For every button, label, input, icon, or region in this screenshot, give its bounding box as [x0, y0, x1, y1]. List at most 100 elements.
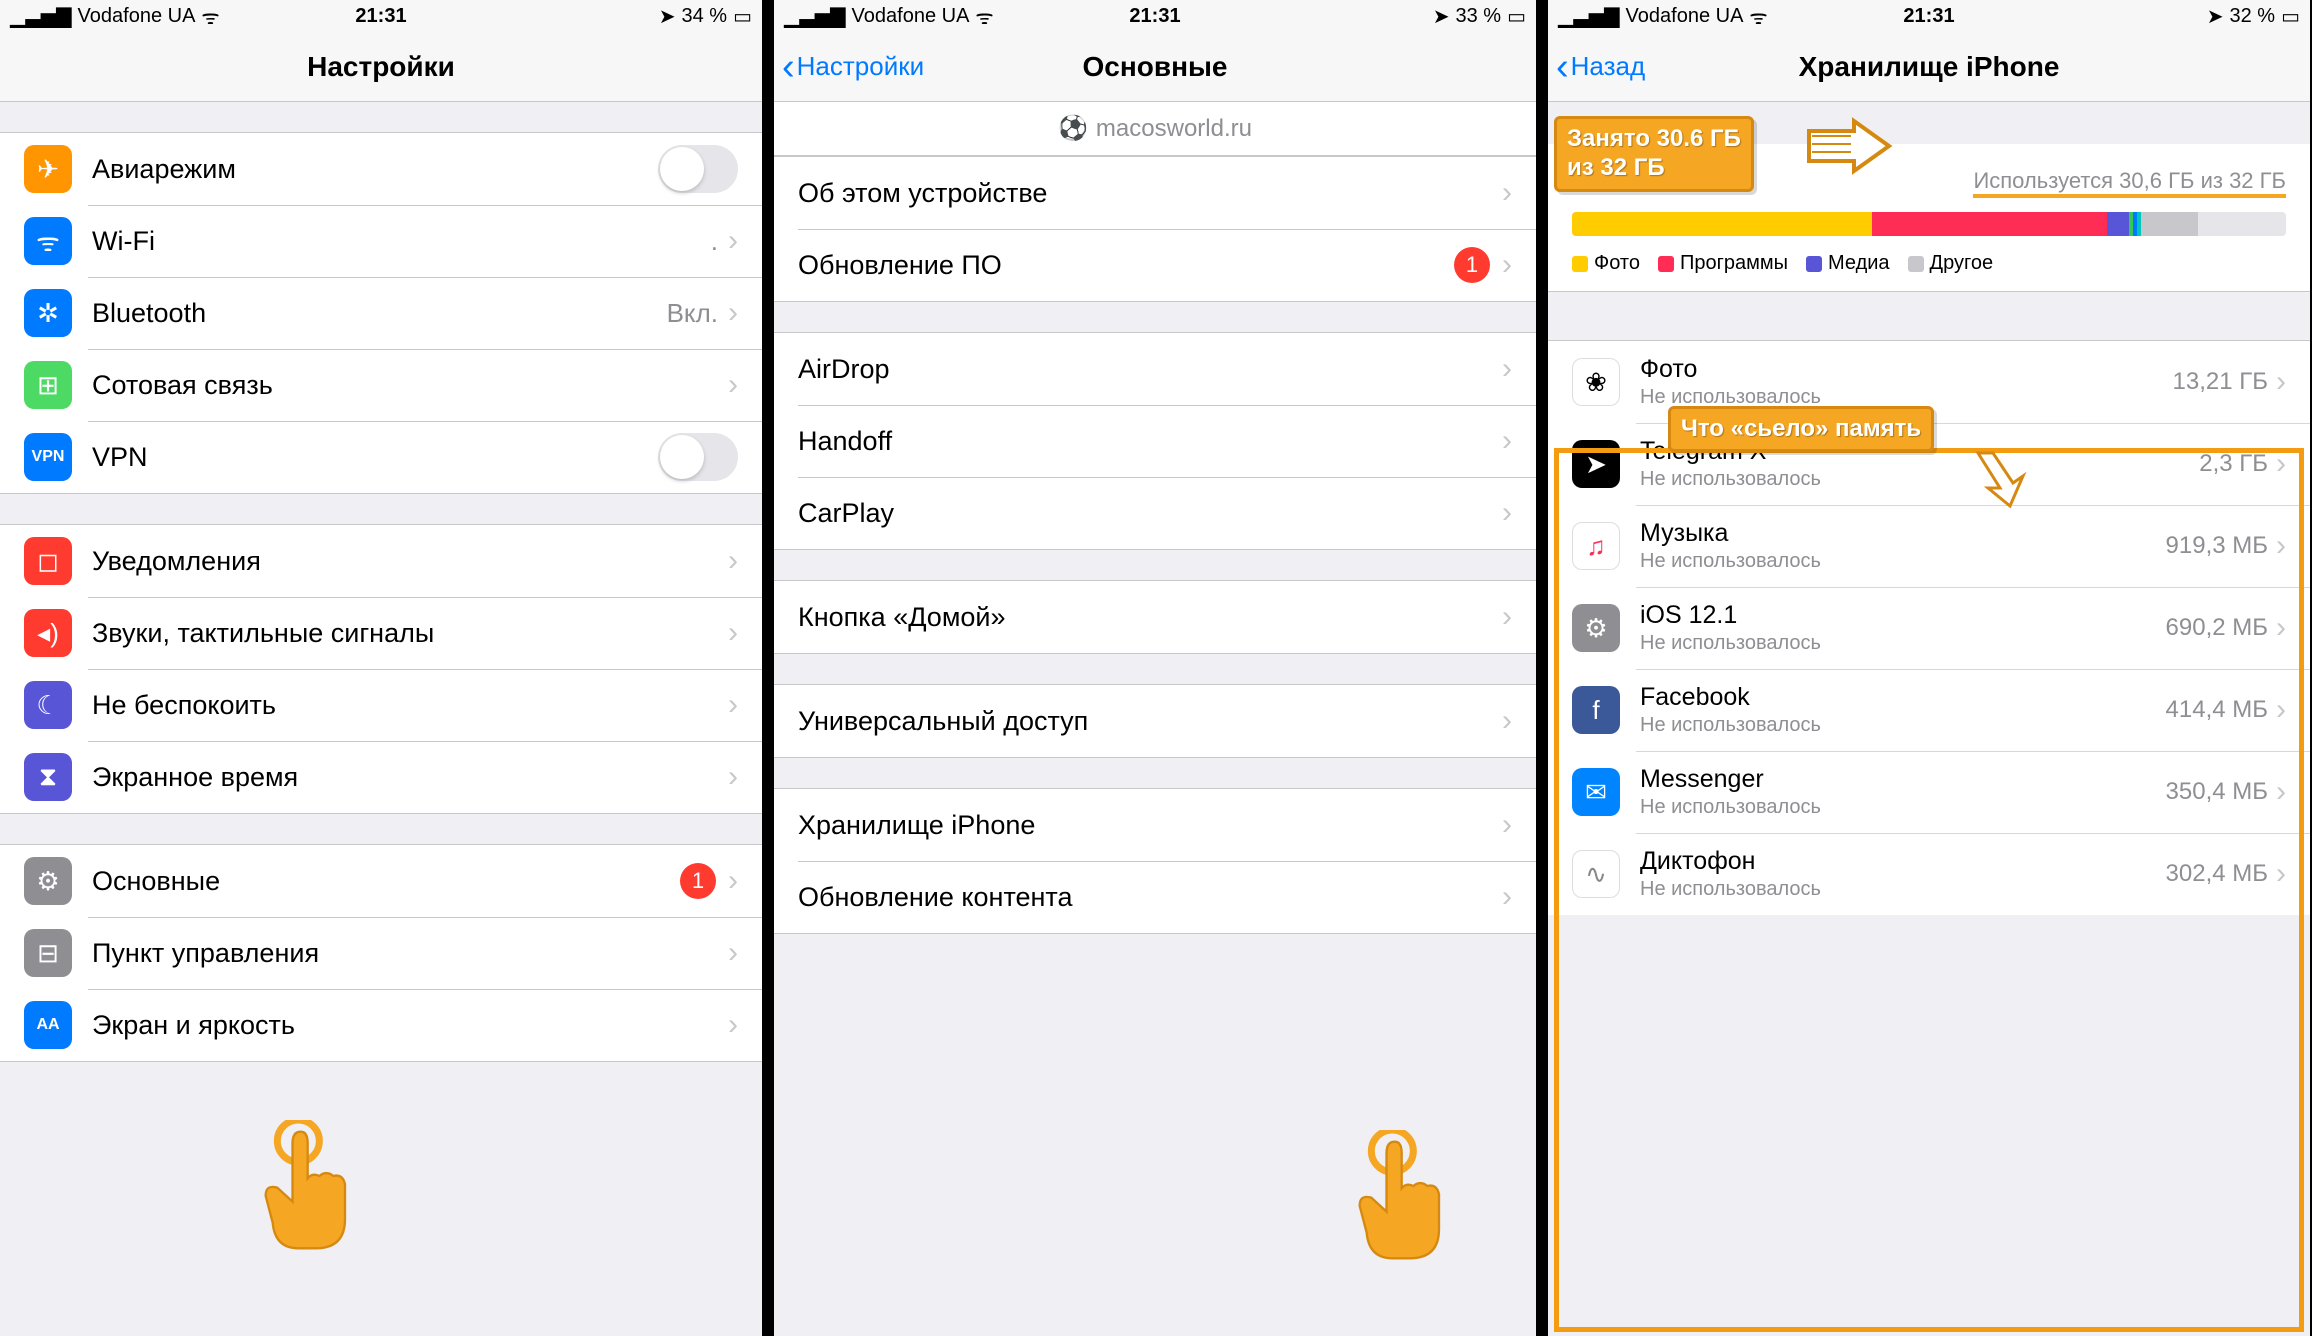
- row-label: Экранное время: [92, 762, 728, 793]
- soccer-icon: ⚽: [1058, 114, 1088, 143]
- chevron-right-icon: ›: [728, 864, 738, 898]
- general-row[interactable]: Хранилище iPhone›: [774, 789, 1536, 861]
- settings-row[interactable]: ⚙Основные1›: [0, 845, 762, 917]
- chevron-right-icon: ›: [728, 1008, 738, 1042]
- settings-row[interactable]: ⊞ Сотовая связь›: [0, 349, 762, 421]
- row-label: Сотовая связь: [92, 370, 728, 401]
- storage-app-row[interactable]: ∿ДиктофонНе использовалось302,4 МБ›: [1548, 833, 2310, 915]
- chevron-right-icon: ›: [2276, 693, 2286, 727]
- tap-hand-icon: [1344, 1130, 1464, 1270]
- status-bar: ▁▃▅▇ Vodafone UA ᯤ 21:31 ➤ 34 % ▭: [0, 0, 762, 32]
- app-name: iOS 12.1: [1640, 601, 2166, 630]
- app-subtitle: Не использовалось: [1640, 878, 2166, 901]
- app-size: 414,4 МБ: [2166, 696, 2268, 724]
- экранное-время-icon: ⧗: [24, 753, 72, 801]
- chevron-right-icon: ›: [1502, 880, 1512, 914]
- chevron-right-icon: ›: [1502, 424, 1512, 458]
- уведомления-icon: ◻: [24, 537, 72, 585]
- settings-row[interactable]: ☾Не беспокоить›: [0, 669, 762, 741]
- location-icon: ➤: [659, 4, 676, 29]
- carrier: Vodafone UA: [78, 5, 196, 28]
- storage-app-row[interactable]: ⚙iOS 12.1Не использовалось690,2 МБ›: [1548, 587, 2310, 669]
- row-value: .: [711, 226, 718, 257]
- row-label: Звуки, тактильные сигналы: [92, 618, 728, 649]
- settings-row[interactable]: AAЭкран и яркость›: [0, 989, 762, 1061]
- row-label: Экран и яркость: [92, 1010, 728, 1041]
- vpn-icon: VPN: [24, 433, 72, 481]
- battery-icon: ▭: [733, 4, 752, 29]
- row-label: Обновление ПО: [798, 250, 1454, 281]
- location-icon: ➤: [1433, 4, 1450, 29]
- settings-row[interactable]: ◂)Звуки, тактильные сигналы›: [0, 597, 762, 669]
- row-label: VPN: [92, 442, 658, 473]
- chevron-right-icon: ›: [728, 224, 738, 258]
- chevron-right-icon: ›: [728, 760, 738, 794]
- clock: 21:31: [355, 5, 406, 28]
- storage-app-row[interactable]: ✉MessengerНе использовалось350,4 МБ›: [1548, 751, 2310, 833]
- app-subtitle: Не использовалось: [1640, 632, 2166, 655]
- chevron-right-icon: ›: [728, 296, 738, 330]
- nav-title: Хранилище iPhone: [1799, 51, 2060, 83]
- back-button[interactable]: ‹ Назад: [1556, 48, 1645, 86]
- app-icon: ⚙: [1572, 604, 1620, 652]
- settings-row[interactable]: ◻Уведомления›: [0, 525, 762, 597]
- app-icon: ✉: [1572, 768, 1620, 816]
- row-value: Вкл.: [667, 298, 718, 329]
- storage-used-text: Используется 30,6 ГБ из 32 ГБ: [1973, 168, 2286, 198]
- tap-hand-icon: [250, 1120, 370, 1260]
- watermark: ⚽ macosworld.ru: [774, 102, 1536, 156]
- settings-row[interactable]: ⊟Пункт управления›: [0, 917, 762, 989]
- пункт-управления-icon: ⊟: [24, 929, 72, 977]
- battery-pct: 32 %: [2230, 5, 2276, 28]
- chevron-right-icon: ›: [728, 368, 738, 402]
- general-row[interactable]: Об этом устройстве›: [774, 157, 1536, 229]
- app-icon: ➤: [1572, 440, 1620, 488]
- general-row[interactable]: Обновление ПО1›: [774, 229, 1536, 301]
- row-label: Основные: [92, 866, 680, 897]
- app-size: 2,3 ГБ: [2199, 450, 2268, 478]
- row-label: AirDrop: [798, 354, 1502, 385]
- chevron-right-icon: ›: [2276, 611, 2286, 645]
- settings-row[interactable]: VPN VPN: [0, 421, 762, 493]
- nav-title: Основные: [1083, 51, 1228, 83]
- storage-legend: Фото Программы Медиа Другое: [1572, 252, 2286, 275]
- general-row[interactable]: Универсальный доступ›: [774, 685, 1536, 757]
- row-label: Bluetooth: [92, 298, 667, 329]
- wi-fi-icon: ᯤ: [24, 217, 72, 265]
- сотовая-связь-icon: ⊞: [24, 361, 72, 409]
- screenshot-settings-root: ▁▃▅▇ Vodafone UA ᯤ 21:31 ➤ 34 % ▭ Настро…: [0, 0, 762, 1336]
- status-bar: ▁▃▅▇ Vodafone UA ᯤ 21:31 ➤ 33 % ▭: [774, 0, 1536, 32]
- row-label: Авиарежим: [92, 154, 658, 185]
- chevron-right-icon: ›: [2276, 775, 2286, 809]
- chevron-right-icon: ›: [2276, 857, 2286, 891]
- toggle[interactable]: [658, 433, 738, 481]
- screenshot-general: ▁▃▅▇ Vodafone UA ᯤ 21:31 ➤ 33 % ▭ ‹ Наст…: [774, 0, 1536, 1336]
- app-icon: ❀: [1572, 358, 1620, 406]
- settings-row[interactable]: ✲BluetoothВкл.›: [0, 277, 762, 349]
- general-row[interactable]: Обновление контента›: [774, 861, 1536, 933]
- row-label: Кнопка «Домой»: [798, 602, 1502, 633]
- settings-row[interactable]: ᯤ Wi-Fi. ›: [0, 205, 762, 277]
- row-label: CarPlay: [798, 498, 1502, 529]
- storage-app-row[interactable]: fFacebookНе использовалось414,4 МБ›: [1548, 669, 2310, 751]
- chevron-left-icon: ‹: [1556, 48, 1569, 86]
- row-label: Wi-Fi: [92, 226, 711, 257]
- app-size: 13,21 ГБ: [2173, 368, 2268, 396]
- general-row[interactable]: AirDrop›: [774, 333, 1536, 405]
- settings-row[interactable]: ⧗ Экранное время›: [0, 741, 762, 813]
- chevron-right-icon: ›: [728, 688, 738, 722]
- general-row[interactable]: Handoff›: [774, 405, 1536, 477]
- storage-app-row[interactable]: ♫МузыкаНе использовалось919,3 МБ›: [1548, 505, 2310, 587]
- general-row[interactable]: CarPlay›: [774, 477, 1536, 549]
- app-name: Facebook: [1640, 683, 2166, 712]
- general-row[interactable]: Кнопка «Домой»›: [774, 581, 1536, 653]
- back-button[interactable]: ‹ Настройки: [782, 48, 924, 86]
- settings-row[interactable]: ✈Авиарежим: [0, 133, 762, 205]
- nav-title: Настройки: [307, 51, 455, 83]
- annotation-arrow-down-icon: [1968, 448, 2028, 508]
- row-label: Универсальный доступ: [798, 706, 1502, 737]
- chevron-right-icon: ›: [1502, 600, 1512, 634]
- signal-icon: ▁▃▅▇: [784, 4, 846, 29]
- chevron-right-icon: ›: [1502, 248, 1512, 282]
- toggle[interactable]: [658, 145, 738, 193]
